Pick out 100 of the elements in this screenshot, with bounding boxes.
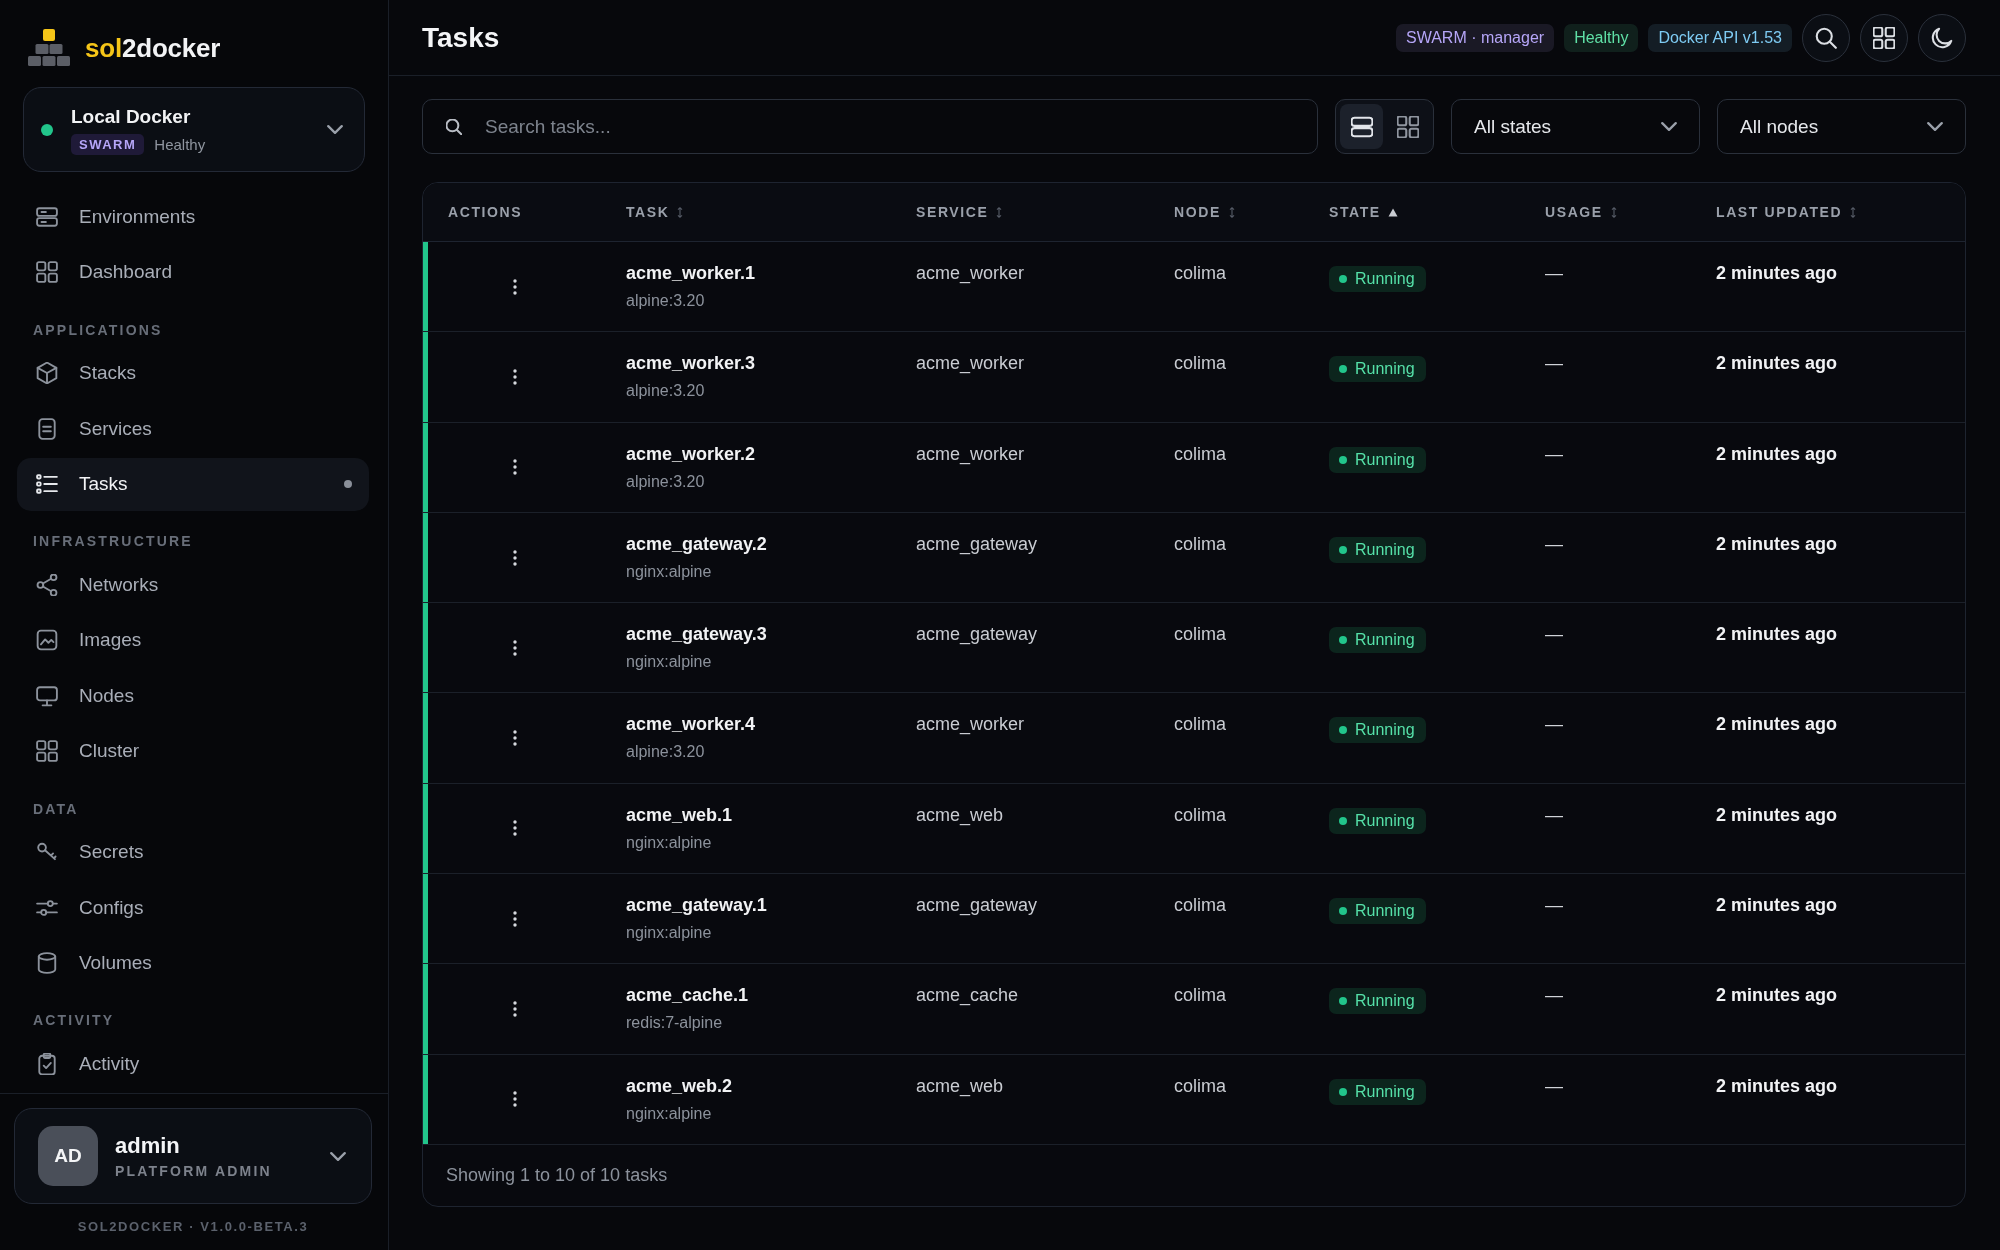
avatar: AD xyxy=(38,1126,98,1186)
nav-item[interactable]: Images xyxy=(17,613,369,667)
nav-item[interactable]: Volumes xyxy=(17,936,369,990)
column-header[interactable]: LAST UPDATED xyxy=(1716,204,1843,220)
state-label: Running xyxy=(1355,630,1415,651)
nav-item[interactable]: Dashboard xyxy=(17,245,369,299)
service-name: acme_gateway xyxy=(916,623,1038,646)
image-name: nginx:alpine xyxy=(626,1103,712,1124)
section-heading: DATA xyxy=(33,799,79,818)
nav-item[interactable]: Secrets xyxy=(17,825,369,879)
updated-time: 2 minutes ago xyxy=(1716,803,1838,826)
logo-text: sol2docker xyxy=(85,31,221,64)
task-name: acme_gateway.3 xyxy=(626,623,767,646)
state-label: Running xyxy=(1355,720,1415,741)
health-text: Healthy xyxy=(154,134,206,155)
moon-icon xyxy=(1931,26,1953,49)
updated-time: 2 minutes ago xyxy=(1716,1074,1838,1097)
updated-time: 2 minutes ago xyxy=(1716,623,1838,646)
task-name: acme_worker.3 xyxy=(626,352,756,375)
state-label: Running xyxy=(1355,539,1415,560)
header-tag: Docker API v1.53 xyxy=(1648,23,1792,52)
usage-value: — xyxy=(1545,532,1563,555)
node-name: colima xyxy=(1174,623,1226,646)
usage-value: — xyxy=(1545,803,1563,826)
state-filter-dropdown[interactable]: All states xyxy=(1451,99,1700,154)
list-view-button[interactable] xyxy=(1340,104,1383,149)
grid-icon xyxy=(1873,26,1895,49)
nav-item[interactable]: Nodes xyxy=(17,669,369,723)
nav-item[interactable]: Stacks xyxy=(17,346,369,400)
apps-button[interactable] xyxy=(1860,13,1908,62)
node-name: colima xyxy=(1174,894,1226,917)
environment-selector[interactable]: Local Docker SWARM Healthy xyxy=(23,87,365,172)
task-name: acme_gateway.1 xyxy=(626,894,767,917)
column-header[interactable]: TASK xyxy=(626,204,670,220)
task-name: acme_web.2 xyxy=(626,1074,733,1097)
service-name: acme_web xyxy=(916,1074,1004,1097)
node-name: colima xyxy=(1174,532,1226,555)
user-name: admin xyxy=(115,1132,180,1159)
node-name: colima xyxy=(1174,803,1226,826)
service-name: acme_gateway xyxy=(916,532,1038,555)
image-name: alpine:3.20 xyxy=(626,742,705,763)
chevron-down-icon xyxy=(1927,122,1943,131)
image-icon xyxy=(36,629,58,652)
section-heading: INFRASTRUCTURE xyxy=(33,532,193,551)
nav-item[interactable]: Environments xyxy=(17,190,369,244)
image-name: nginx:alpine xyxy=(626,923,712,944)
usage-value: — xyxy=(1545,262,1563,284)
image-name: alpine:3.20 xyxy=(626,471,705,492)
nav-item[interactable]: Services xyxy=(17,402,369,456)
usage-value: — xyxy=(1545,352,1563,375)
column-header[interactable]: SERVICE xyxy=(916,204,989,220)
chevron-down-icon xyxy=(1661,122,1677,131)
chevron-down-icon xyxy=(327,125,343,134)
nav-item[interactable]: Configs xyxy=(17,881,369,935)
usage-value: — xyxy=(1545,713,1563,736)
usage-value: — xyxy=(1545,984,1563,1007)
updated-time: 2 minutes ago xyxy=(1716,442,1838,465)
nav-item[interactable]: Cluster xyxy=(17,724,369,778)
database-icon xyxy=(36,952,58,975)
active-dot-icon xyxy=(344,480,352,489)
image-name: nginx:alpine xyxy=(626,561,712,582)
grid-icon xyxy=(36,261,58,284)
usage-value: — xyxy=(1545,894,1563,917)
node-name: colima xyxy=(1174,442,1226,465)
node-name: colima xyxy=(1174,984,1226,1007)
nav-item[interactable]: Networks xyxy=(17,558,369,612)
state-label: Running xyxy=(1355,901,1415,922)
task-name: acme_worker.4 xyxy=(626,713,756,736)
vertical-dots-icon xyxy=(512,278,517,295)
section-heading: APPLICATIONS xyxy=(33,320,163,339)
updated-time: 2 minutes ago xyxy=(1716,352,1838,375)
updated-time: 2 minutes ago xyxy=(1716,713,1838,736)
mode-tag: SWARM xyxy=(71,133,145,155)
usage-value: — xyxy=(1545,1074,1563,1097)
nav-item[interactable]: Tasks xyxy=(17,457,369,511)
task-name: acme_gateway.2 xyxy=(626,532,767,555)
vertical-dots-icon xyxy=(512,639,517,656)
theme-toggle-button[interactable] xyxy=(1918,13,1966,62)
environment-name: Local Docker xyxy=(71,104,191,128)
search-button[interactable] xyxy=(1802,13,1850,62)
nav-item[interactable]: Activity xyxy=(17,1037,369,1091)
column-header[interactable]: STATE xyxy=(1329,204,1381,220)
service-name: acme_cache xyxy=(916,984,1019,1007)
node-name: colima xyxy=(1174,352,1226,375)
usage-value: — xyxy=(1545,623,1563,646)
user-menu[interactable]: AD admin PLATFORM ADMIN xyxy=(14,1108,372,1204)
logo-icon xyxy=(28,29,70,66)
column-header[interactable]: USAGE xyxy=(1545,204,1603,220)
updated-time: 2 minutes ago xyxy=(1716,984,1838,1007)
vertical-dots-icon xyxy=(512,1091,517,1108)
node-filter-dropdown[interactable]: All nodes xyxy=(1717,99,1966,154)
clipboard-check-icon xyxy=(36,1052,58,1075)
updated-time: 2 minutes ago xyxy=(1716,894,1838,917)
node-name: colima xyxy=(1174,262,1226,284)
column-header[interactable]: NODE xyxy=(1174,204,1221,220)
search-field[interactable]: Search tasks... xyxy=(422,99,1318,154)
vertical-dots-icon xyxy=(512,820,517,837)
cube-icon xyxy=(36,362,58,385)
usage-value: — xyxy=(1545,442,1563,465)
page-title: Tasks xyxy=(422,20,500,55)
